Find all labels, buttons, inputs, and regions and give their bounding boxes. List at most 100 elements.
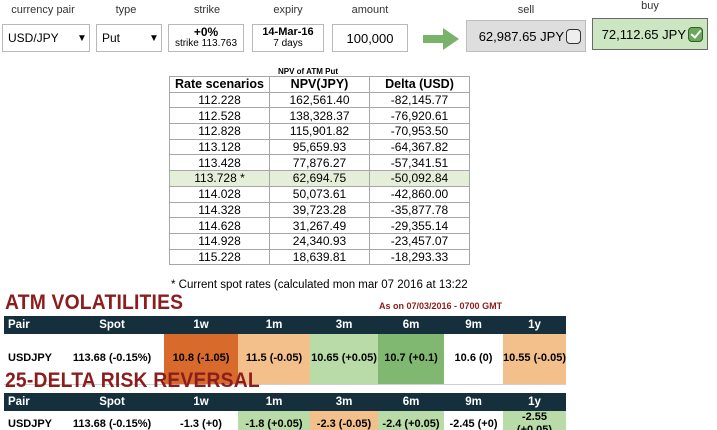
- npv-rate-cell: 114.928: [169, 232, 270, 250]
- expiry-label: expiry: [273, 4, 303, 16]
- npv-value-cell: 77,876.27: [269, 154, 370, 172]
- rr-header-pair: Pair: [4, 393, 60, 411]
- npv-value-cell: 31,267.49: [269, 217, 370, 234]
- rr-header-1w: 1w: [164, 393, 238, 411]
- npv-row: 112.228 162,561.40 -82,145.77: [169, 91, 470, 109]
- npv-row: 113.128 95,659.93 -64,367.82: [169, 138, 470, 156]
- npv-table: Rate scenarios NPV(JPY) Delta (USD) 112.…: [169, 76, 470, 266]
- npv-delta-cell: -82,145.77: [369, 91, 470, 109]
- arrow-right-icon: [423, 28, 459, 50]
- npv-row: 113.428 77,876.27 -57,341.51: [169, 154, 470, 172]
- chevron-down-icon: ▼: [77, 32, 87, 44]
- sell-checkbox[interactable]: [566, 28, 581, 44]
- npv-delta-cell: -70,953.50: [369, 123, 470, 140]
- strike-percent: +0%: [193, 25, 219, 39]
- rr-header-6m: 6m: [378, 393, 444, 411]
- npv-delta-cell: -57,341.51: [369, 154, 470, 172]
- strike-value: strike 113.763: [174, 38, 238, 49]
- rr-header-9m: 9m: [444, 393, 503, 411]
- npv-delta-cell: -64,367.82: [369, 138, 470, 156]
- type-select[interactable]: Put ▼: [96, 24, 162, 52]
- npv-delta-cell: -29,355.14: [369, 217, 470, 234]
- npv-value-cell: 162,561.40: [269, 91, 370, 109]
- npv-row: 114.628 31,267.49 -29,355.14: [169, 217, 470, 234]
- npv-rate-cell: 114.328: [169, 201, 270, 219]
- atm-header-spot: Spot: [60, 316, 164, 334]
- rr-value-cell-1y: -2.55 (+0.05): [503, 411, 566, 430]
- rr-header-spot: Spot: [60, 393, 164, 411]
- npv-row: 112.528 138,328.37 -76,920.61: [169, 107, 470, 125]
- npv-delta-cell: -18,293.33: [369, 248, 470, 266]
- rr-header-1m: 1m: [238, 393, 310, 411]
- npv-header-delta: Delta (USD): [369, 76, 470, 93]
- npv-delta-cell: -23,457.07: [369, 232, 470, 250]
- buy-checkbox[interactable]: [688, 26, 703, 42]
- currency-pair-select[interactable]: USD/JPY ▼: [2, 24, 90, 52]
- npv-rate-cell: 112.528: [169, 107, 270, 125]
- npv-row: 112.828 115,901.82 -70,953.50: [169, 123, 470, 140]
- amount-input[interactable]: 100,000: [332, 24, 408, 52]
- buy-label: buy: [641, 0, 659, 12]
- currency-pair-value: USD/JPY: [8, 31, 59, 45]
- atm-header-3m: 3m: [310, 316, 378, 334]
- atm-header-pair: Pair: [4, 316, 60, 334]
- risk-reversal-table: Pair Spot 1w 1m 3m 6m 9m 1y USDJPY 113.68 (-0.15…: [4, 393, 566, 430]
- as-of-timestamp: As on 07/03/2016 - 0700 GMT: [379, 301, 503, 311]
- strike-label: strike: [193, 4, 221, 16]
- atm-header-1y: 1y: [503, 316, 566, 334]
- type-value: Put: [102, 31, 121, 45]
- rr-header-3m: 3m: [310, 393, 378, 411]
- amount-label: amount: [351, 4, 389, 16]
- npv-rate-cell: 112.228: [169, 91, 270, 109]
- chevron-down-icon: ▼: [149, 32, 159, 44]
- npv-rate-cell: 114.028: [169, 185, 270, 203]
- rr-value-cell-1m: -1.8 (+0.05): [238, 411, 310, 430]
- npv-value-cell: 138,328.37: [269, 107, 370, 125]
- atm-value-cell-1y: 10.55 (-0.05): [503, 334, 566, 385]
- atm-header-1m: 1m: [238, 316, 310, 334]
- buy-button[interactable]: 72,112.65 JPY: [592, 18, 708, 50]
- npv-row: 115.228 18,639.81 -18,293.33: [169, 248, 470, 266]
- npv-delta-cell: -50,092.84: [369, 170, 470, 187]
- npv-header-rate: Rate scenarios: [169, 76, 270, 93]
- npv-value-cell: 62,694.75: [269, 170, 370, 187]
- atm-value-cell-6m: 10.7 (+0.1): [378, 334, 444, 385]
- npv-row: 114.028 50,073.61 -42,860.00: [169, 185, 470, 203]
- rr-header-1y: 1y: [503, 393, 566, 411]
- rr-value-cell-3m: -2.3 (-0.05): [310, 411, 378, 430]
- npv-row: 114.928 24,340.93 -23,457.07: [169, 232, 470, 250]
- atm-value-cell-3m: 10.65 (+0.05): [310, 334, 378, 385]
- strike-field[interactable]: +0% strike 113.763: [168, 24, 244, 52]
- npv-value-cell: 50,073.61: [269, 185, 370, 203]
- expiry-days: 7 days: [273, 38, 303, 49]
- rr-value-cell-1w: -1.3 (+0): [164, 411, 238, 430]
- atm-header-6m: 6m: [378, 316, 444, 334]
- expiry-field[interactable]: 14-Mar-16 7 days: [252, 24, 324, 52]
- atm-header-9m: 9m: [444, 316, 503, 334]
- npv-value-cell: 39,723.28: [269, 201, 370, 219]
- sell-label: sell: [517, 4, 535, 16]
- npv-delta-cell: -42,860.00: [369, 185, 470, 203]
- rr-value-cell-6m: -2.4 (+0.05): [378, 411, 444, 430]
- npv-row: 114.328 39,723.28 -35,877.78: [169, 201, 470, 219]
- type-label: type: [115, 4, 137, 16]
- npv-rate-cell: 114.628: [169, 217, 270, 234]
- npv-value-cell: 18,639.81: [269, 248, 370, 266]
- sell-price: 62,987.65 JPY: [478, 28, 564, 44]
- rr-spot-cell: 113.68 (-0.15%): [60, 411, 164, 430]
- rr-pair-cell: USDJPY: [4, 411, 60, 430]
- amount-value: 100,000: [346, 30, 394, 46]
- npv-delta-cell: -35,877.78: [369, 201, 470, 219]
- expiry-date: 14-Mar-16: [262, 26, 314, 38]
- npv-value-cell: 24,340.93: [269, 232, 370, 250]
- sell-button[interactable]: 62,987.65 JPY: [466, 20, 586, 52]
- atm-value-cell-9m: 10.6 (0): [444, 334, 503, 385]
- npv-header-npv: NPV(JPY): [269, 76, 370, 93]
- npv-rate-cell: 115.228: [169, 248, 270, 266]
- currency-pair-label: currency pair: [11, 4, 75, 16]
- npv-row: 113.728 * 62,694.75 -50,092.84: [169, 170, 470, 187]
- npv-value-cell: 115,901.82: [269, 123, 370, 140]
- npv-value-cell: 95,659.93: [269, 138, 370, 156]
- atm-header-1w: 1w: [164, 316, 238, 334]
- npv-title: NPV of ATM Put: [278, 67, 338, 76]
